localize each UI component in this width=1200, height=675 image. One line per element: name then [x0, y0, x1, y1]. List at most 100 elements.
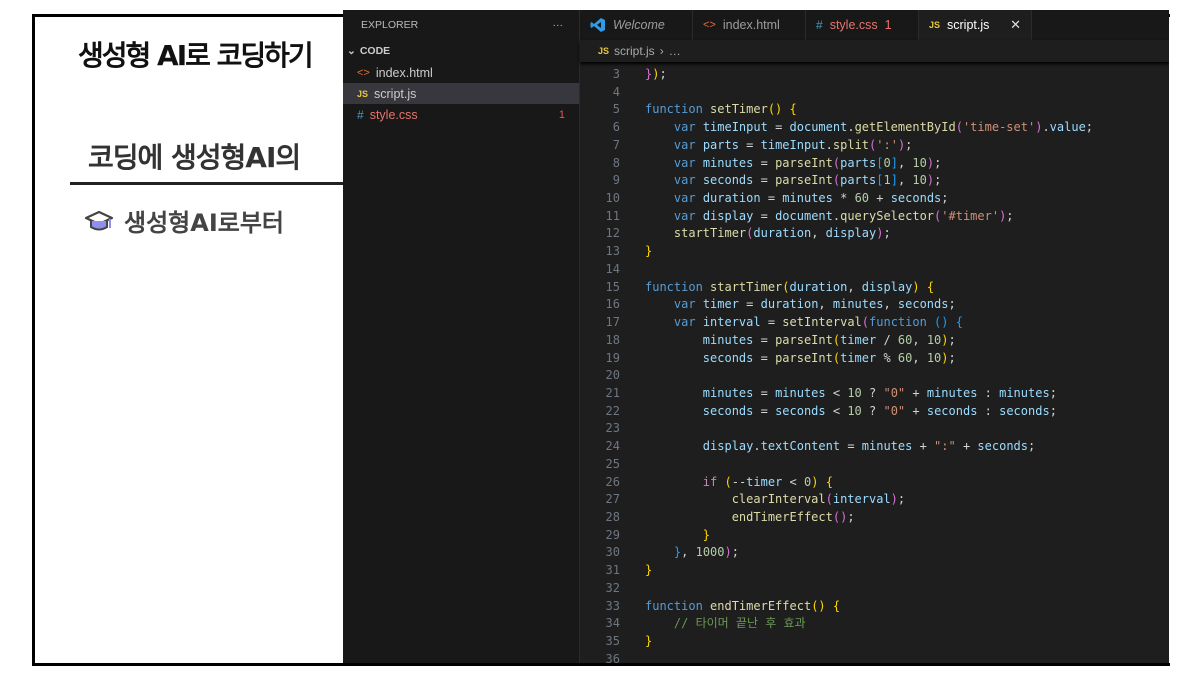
code-text: minutes = minutes < 10 ? "0" + minutes :… — [620, 385, 1057, 403]
file-label: index.html — [375, 65, 433, 80]
code-token: , — [912, 332, 927, 347]
code-line[interactable]: 36 — [580, 651, 1169, 663]
code-token: ) — [724, 545, 732, 560]
code-line[interactable]: 29 } — [580, 527, 1169, 545]
folder-label: CODE — [359, 45, 391, 57]
code-line[interactable]: 28 endTimerEffect(); — [580, 509, 1169, 527]
code-token: ; — [1006, 208, 1014, 223]
code-line[interactable]: 15 function startTimer(duration, display)… — [580, 279, 1169, 297]
tab-welcome[interactable]: Welcome — [580, 10, 693, 40]
code-line[interactable]: 17 var interval = setInterval(function (… — [580, 314, 1169, 332]
file-style-css[interactable]: # style.css 1 — [343, 104, 579, 125]
code-token: ? — [861, 403, 884, 418]
code-text: } — [620, 562, 652, 580]
line-number: 30 — [605, 545, 620, 560]
html-icon: <> — [703, 19, 716, 31]
code-token: < — [825, 385, 848, 400]
code-text: var display = document.querySelector('#t… — [620, 208, 1014, 226]
code-token: ] — [890, 173, 898, 188]
code-token: parseInt — [775, 350, 833, 365]
code-token: ; — [934, 173, 942, 188]
code-line[interactable]: 32 — [580, 580, 1169, 598]
code-line[interactable]: 31} — [580, 562, 1169, 580]
code-line[interactable]: 22 seconds = seconds < 10 ? "0" + second… — [580, 403, 1169, 421]
tab-script-js[interactable]: JS script.js ✕ — [919, 10, 1032, 40]
code-token: minutes — [926, 385, 978, 400]
code-line[interactable]: 20 — [580, 367, 1169, 385]
code-token: document — [775, 208, 833, 223]
code-token: timeInput — [760, 137, 826, 152]
code-line[interactable]: 23 — [580, 420, 1169, 438]
code-token: . — [847, 120, 855, 135]
line-number: 26 — [605, 474, 620, 489]
code-line[interactable]: 12 startTimer(duration, display); — [580, 225, 1169, 243]
code-line[interactable]: 4 — [580, 84, 1169, 102]
code-line[interactable]: 8 var minutes = parseInt(parts[0], 10); — [580, 155, 1169, 173]
code-text: minutes = parseInt(timer / 60, 10); — [620, 332, 956, 350]
explorer-sidebar: EXPLORER ··· ⌄ CODE <> index.html JS scr… — [343, 10, 580, 663]
breadcrumb-symbol[interactable]: … — [669, 44, 681, 58]
tab-index-html[interactable]: <> index.html — [693, 10, 806, 40]
code-line[interactable]: 6 var timeInput = document.getElementByI… — [580, 119, 1169, 137]
code-token: seconds — [702, 173, 754, 188]
code-line[interactable]: 21 minutes = minutes < 10 ? "0" + minute… — [580, 385, 1169, 403]
code-line[interactable]: 16 var timer = duration, minutes, second… — [580, 296, 1169, 314]
more-actions-icon[interactable]: ··· — [553, 19, 564, 31]
line-number: 8 — [612, 155, 620, 170]
code-line[interactable]: 26 if (--timer < 0) { — [580, 474, 1169, 492]
code-token: , — [883, 297, 898, 312]
code-text: var parts = timeInput.split(':'); — [620, 137, 913, 155]
code-line[interactable]: 30 }, 1000); — [580, 544, 1169, 562]
code-token: minutes — [861, 439, 913, 454]
code-line[interactable]: 5 function setTimer() { — [580, 101, 1169, 119]
code-line[interactable]: 35} — [580, 633, 1169, 651]
code-line[interactable]: 3}); — [580, 66, 1169, 84]
code-line[interactable]: 11 var display = document.querySelector(… — [580, 208, 1169, 226]
code-token: minutes — [832, 297, 884, 312]
code-line[interactable]: 18 minutes = parseInt(timer / 60, 10); — [580, 332, 1169, 350]
file-script-js[interactable]: JS script.js — [343, 83, 579, 104]
code-token: + — [905, 403, 927, 418]
code-token: timer — [840, 332, 877, 347]
code-line[interactable]: 34 // 타이머 끝난 후 효과 — [580, 615, 1169, 633]
file-index-html[interactable]: <> index.html — [343, 62, 579, 83]
code-token: , — [847, 279, 862, 294]
code-token: } — [645, 634, 653, 648]
code-line[interactable]: 33 function endTimerEffect() { — [580, 598, 1169, 616]
line-number: 7 — [612, 137, 620, 152]
code-editor[interactable]: 3}); 4 5 function setTimer() {6 var timeInp… — [580, 66, 1169, 663]
code-line[interactable]: 25 — [580, 456, 1169, 474]
line-number: 33 — [605, 598, 620, 613]
tab-style-css[interactable]: # style.css 1 — [806, 10, 919, 40]
code-line[interactable]: 10 var duration = minutes * 60 + seconds… — [580, 190, 1169, 208]
code-line[interactable]: 19 seconds = parseInt(timer % 60, 10); — [580, 350, 1169, 368]
code-line[interactable]: 27 clearInterval(interval); — [580, 491, 1169, 509]
code-token: duration — [789, 279, 848, 294]
breadcrumb-file[interactable]: script.js — [614, 44, 655, 58]
code-token: () — [934, 315, 949, 330]
code-token: minutes — [702, 385, 754, 400]
close-icon[interactable]: ✕ — [1010, 17, 1021, 33]
graduation-cap-icon — [84, 210, 114, 230]
line-number: 21 — [605, 385, 620, 400]
folder-code[interactable]: ⌄ CODE — [343, 40, 579, 62]
code-token: () — [811, 598, 826, 613]
code-token: ) — [926, 173, 935, 188]
code-line[interactable]: 9 var seconds = parseInt(parts[1], 10); — [580, 172, 1169, 190]
code-token: interval — [702, 315, 761, 330]
code-text: }, 1000); — [620, 544, 739, 562]
code-token: display — [702, 439, 754, 454]
code-line[interactable]: 24 display.textContent = minutes + ":" +… — [580, 438, 1169, 456]
code-line[interactable]: 14 — [580, 261, 1169, 279]
code-line[interactable]: 13} — [580, 243, 1169, 261]
code-line[interactable]: 7 var parts = timeInput.split(':'); — [580, 137, 1169, 155]
line-number: 12 — [605, 226, 620, 241]
code-text: function startTimer(duration, display) { — [620, 279, 934, 297]
code-token: minutes — [702, 332, 754, 347]
code-token: 10 — [926, 350, 942, 365]
